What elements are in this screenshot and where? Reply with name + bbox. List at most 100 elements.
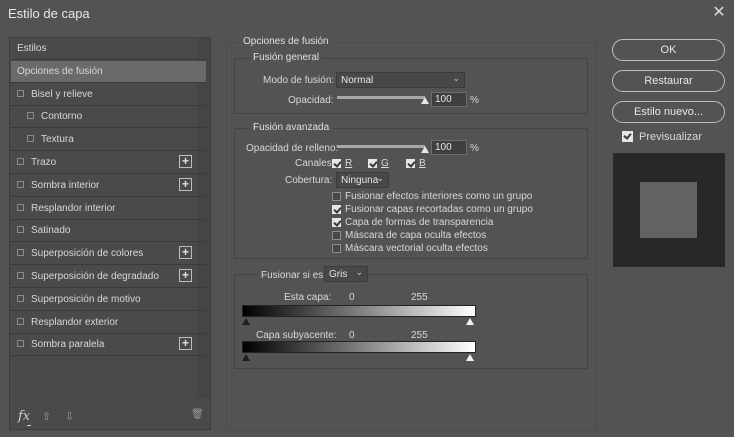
this-layer-white-slider[interactable] [466,318,474,325]
close-icon[interactable]: ✕ [708,3,730,23]
add-effect-icon[interactable]: + [179,155,192,168]
sidebar-item[interactable]: Sombra paralela + [11,334,206,357]
sidebar-item[interactable]: Satinado [11,220,206,243]
opacity-slider-fill [337,96,425,99]
blend-mode-dropdown[interactable]: Normal ⌄ [336,72,465,88]
vector-mask-hides-checkbox[interactable] [332,244,341,253]
sidebar-list: Estilos Opciones de fusión Bisel y relieve… [10,38,206,368]
underlying-low-value: 0 [349,330,355,341]
sidebar-item-checkbox[interactable] [17,89,24,97]
add-effect-icon[interactable]: + [179,177,192,191]
new-style-button[interactable]: Estilo nuevo... [612,101,725,123]
blend-interior-checkbox[interactable] [332,192,341,201]
blend-if-value: Gris [329,269,348,280]
channel-g-checkbox[interactable] [368,159,377,168]
channel-b-checkbox[interactable] [406,159,415,168]
sidebar-item[interactable]: Trazo + [11,152,206,174]
blend-if-dropdown[interactable]: Gris ⌄ [324,266,368,282]
sidebar-item[interactable]: Sombra interior + [11,175,206,197]
opacity-percent: % [470,95,479,106]
channels-label: Canales: [295,158,335,169]
general-blending-title: Fusión general [250,52,323,63]
sidebar-item-checkbox[interactable] [17,226,24,234]
trash-icon[interactable]: 🗑 [191,409,204,420]
sidebar-item[interactable]: Resplandor interior [11,198,206,220]
sidebar-item-label: Trazo [31,157,57,168]
fill-opacity-slider[interactable] [337,145,425,148]
underlying-black-slider[interactable] [242,354,250,361]
sidebar-item-label: Sombra paralela [31,339,105,351]
opacity-input[interactable]: 100 [431,92,467,107]
sidebar-item-label: Superposición de motivo [31,293,141,305]
ok-button[interactable]: OK [612,39,725,61]
fill-opacity-input[interactable]: 100 [431,140,467,155]
sidebar-item-label: Resplandor exterior [31,316,119,328]
preview-label: Previsualizar [639,131,702,143]
sidebar-item[interactable]: Bisel y relieve [11,84,206,106]
knockout-label: Cobertura: [285,175,333,186]
sidebar-item-label: Superposición de colores [31,248,144,260]
sidebar-item-checkbox[interactable] [17,180,24,188]
add-effect-icon[interactable]: + [179,269,192,282]
add-effect-icon[interactable]: + [179,246,192,260]
channel-b-label: B [419,158,426,169]
fill-opacity-slider-thumb[interactable] [421,146,429,153]
reset-button[interactable]: Restaurar [612,70,725,92]
transparency-shapes-checkbox[interactable] [332,218,341,227]
sidebar-item-label: Opciones de fusión [17,65,103,77]
blend-mode-value: Normal [341,75,374,86]
this-layer-gradient [242,305,476,317]
sidebar-item-checkbox[interactable] [27,112,34,120]
sidebar-item-checkbox[interactable] [17,340,24,348]
sidebar-item-checkbox[interactable] [17,317,24,325]
add-effect-icon[interactable]: + [179,337,192,351]
this-layer-black-slider[interactable] [242,318,250,325]
sidebar-item-label: Estilos [17,43,47,54]
sidebar-item-checkbox[interactable] [17,203,24,211]
sidebar-item-label: Contorno [41,111,83,123]
knockout-dropdown[interactable]: Ninguna ⌄ [336,172,389,188]
underlying-layer-label: Capa subyacente: [256,330,337,341]
opacity-slider[interactable] [337,96,425,99]
sidebar-item[interactable]: Contorno [11,106,206,129]
preview-checkbox[interactable] [622,131,633,142]
move-down-icon[interactable]: ⇩ [65,410,74,423]
sidebar-item[interactable]: Textura [11,129,206,152]
sidebar-item[interactable]: Opciones de fusión [11,60,206,83]
channel-r-checkbox[interactable] [332,159,341,168]
channel-r-label: R [345,158,353,169]
blend-interior-label: Fusionar efectos interiores como un grup… [345,191,533,202]
knockout-value: Ninguna [341,175,379,186]
blend-if-group [234,274,588,369]
sidebar-item[interactable]: Superposición de colores + [11,243,206,266]
vector-mask-hides-label: Máscara vectorial oculta efectos [345,243,488,254]
underlying-white-slider[interactable] [466,354,474,361]
underlying-layer-gradient [242,341,476,353]
fill-opacity-percent: % [470,143,479,154]
this-layer-label: Esta capa: [284,292,332,303]
opacity-slider-thumb[interactable] [421,97,429,104]
blend-mode-label: Modo de fusión: [263,75,335,86]
sidebar-item[interactable]: Superposición de motivo [11,289,206,311]
this-layer-high-value: 255 [411,292,428,303]
sidebar-item[interactable]: Superposición de degradado + [11,266,206,288]
fill-opacity-slider-fill [337,145,425,148]
sidebar-item[interactable]: Resplandor exterior [11,312,206,334]
fill-opacity-label: Opacidad de relleno: [246,143,339,154]
chevron-down-icon: ⌄ [355,267,363,277]
sidebar-item-checkbox[interactable] [17,294,24,302]
sidebar-item-label: Bisel y relieve [31,88,93,100]
sidebar-item-checkbox[interactable] [27,135,34,143]
blend-clipped-checkbox[interactable] [332,205,341,214]
move-up-icon[interactable]: ⇧ [42,410,51,423]
sidebar-item-checkbox[interactable] [17,158,24,165]
layer-mask-hides-checkbox[interactable] [332,231,341,240]
chevron-down-icon: ⌄ [452,73,460,83]
sidebar-item-checkbox[interactable] [17,249,24,257]
window-title: Estilo de capa [8,6,90,21]
sidebar-item-checkbox[interactable] [17,272,24,279]
sidebar-item-label: Textura [41,134,74,146]
this-layer-low-value: 0 [349,292,355,303]
underlying-high-value: 255 [411,330,428,341]
sidebar-item[interactable]: Estilos [11,38,206,60]
